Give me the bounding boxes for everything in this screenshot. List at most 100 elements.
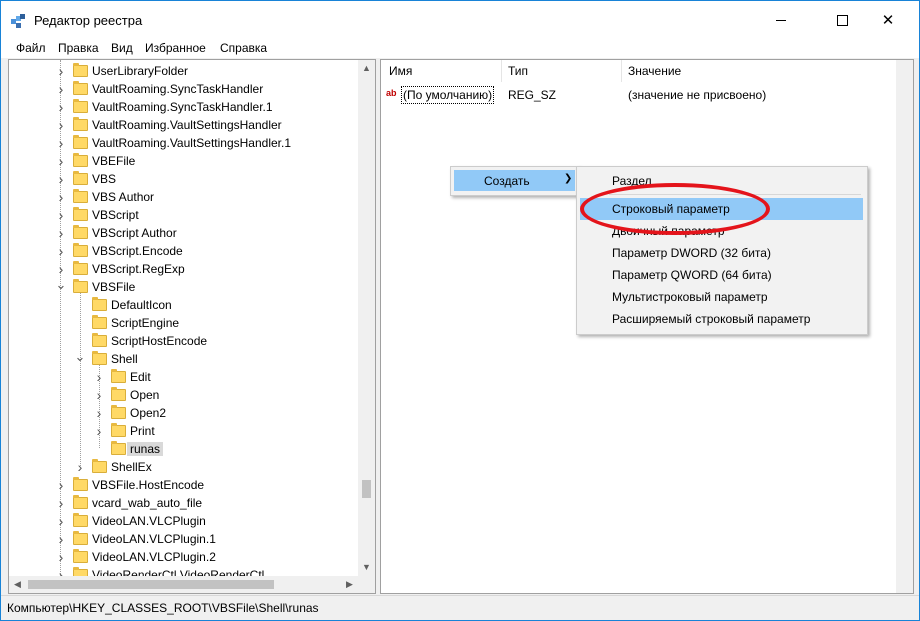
tree-item[interactable]: runas	[9, 440, 358, 458]
column-separator[interactable]	[621, 60, 622, 82]
tree-item[interactable]: ⌄ VBSFile	[9, 278, 358, 296]
submenu-item-multi-string-value[interactable]: Мультистроковый параметр	[580, 286, 863, 308]
submenu-item-qword-value[interactable]: Параметр QWORD (64 бита)	[580, 264, 863, 286]
submenu-item-dword-value[interactable]: Параметр DWORD (32 бита)	[580, 242, 863, 264]
folder-icon	[92, 297, 107, 311]
tree-item-label: VBEFile	[92, 154, 136, 168]
column-header-type[interactable]: Тип	[508, 60, 528, 82]
chevron-right-icon[interactable]: ›	[93, 388, 105, 402]
chevron-right-icon[interactable]: ›	[55, 568, 67, 576]
menu-item-create[interactable]: Создать ❯	[454, 170, 575, 191]
tree-item[interactable]: › vcard_wab_auto_file	[9, 494, 358, 512]
menu-help[interactable]: Справка	[220, 41, 267, 55]
chevron-right-icon[interactable]: ›	[55, 226, 67, 240]
chevron-right-icon[interactable]: ›	[74, 460, 86, 474]
tree-item[interactable]: ⌄ Shell	[9, 350, 358, 368]
chevron-right-icon[interactable]: ›	[55, 190, 67, 204]
tree-item[interactable]: › VBEFile	[9, 152, 358, 170]
folder-icon	[73, 495, 88, 509]
tree-item[interactable]: › Open	[9, 386, 358, 404]
title-bar[interactable]: Редактор реестра ✕	[1, 1, 919, 39]
tree-item-label: VideoLAN.VLCPlugin.2	[92, 550, 216, 564]
tree-item-label: VBScript.RegExp	[92, 262, 185, 276]
tree-item[interactable]: › Open2	[9, 404, 358, 422]
chevron-right-icon[interactable]: ›	[93, 406, 105, 420]
tree-item[interactable]: › VBScript Author	[9, 224, 358, 242]
maximize-button[interactable]	[819, 1, 865, 39]
string-value-icon: ab	[386, 88, 397, 98]
tree-item-label: Edit	[130, 370, 151, 384]
tree-item[interactable]: › VaultRoaming.VaultSettingsHandler	[9, 116, 358, 134]
chevron-right-icon[interactable]: ›	[93, 424, 105, 438]
chevron-right-icon[interactable]: ›	[55, 136, 67, 150]
menu-view[interactable]: Вид	[111, 41, 133, 55]
tree-item[interactable]: › VBSFile.HostEncode	[9, 476, 358, 494]
tree-item[interactable]: › VBScript	[9, 206, 358, 224]
tree-item[interactable]: ScriptHostEncode	[9, 332, 358, 350]
folder-icon	[73, 513, 88, 527]
submenu-item-expandable-string-value[interactable]: Расширяемый строковый параметр	[580, 308, 863, 330]
tree-item[interactable]: › VBS Author	[9, 188, 358, 206]
tree-item[interactable]: ScriptEngine	[9, 314, 358, 332]
chevron-right-icon[interactable]: ›	[55, 244, 67, 258]
chevron-right-icon[interactable]: ›	[55, 496, 67, 510]
minimize-icon	[776, 19, 786, 21]
chevron-right-icon[interactable]: ›	[55, 550, 67, 564]
scroll-thumb[interactable]	[362, 480, 371, 498]
tree-item[interactable]: › Print	[9, 422, 358, 440]
tree-item[interactable]: › VaultRoaming.SyncTaskHandler	[9, 80, 358, 98]
tree-item[interactable]: › VaultRoaming.VaultSettingsHandler.1	[9, 134, 358, 152]
tree-item-label: VBS Author	[92, 190, 155, 204]
tree-item-label: VideoLAN.VLCPlugin	[92, 514, 206, 528]
column-header-name[interactable]: Имя	[389, 60, 412, 82]
registry-tree[interactable]: › UserLibraryFolder › VaultRoaming.SyncTask…	[8, 59, 376, 594]
chevron-right-icon[interactable]: ›	[55, 64, 67, 78]
tree-item[interactable]: › VideoLAN.VLCPlugin.2	[9, 548, 358, 566]
tree-item[interactable]: › VideoLAN.VLCPlugin.1	[9, 530, 358, 548]
tree-item[interactable]: › VBScript.Encode	[9, 242, 358, 260]
menu-edit[interactable]: Правка	[58, 41, 99, 55]
chevron-down-icon[interactable]: ⌄	[55, 278, 67, 294]
scroll-thumb[interactable]	[28, 580, 274, 589]
chevron-right-icon[interactable]: ›	[55, 154, 67, 168]
scroll-down-icon[interactable]: ▼	[358, 559, 375, 576]
values-vertical-scrollbar[interactable]	[896, 60, 913, 593]
chevron-right-icon[interactable]: ›	[55, 172, 67, 186]
close-button[interactable]: ✕	[865, 1, 911, 39]
tree-item[interactable]: › VBScript.RegExp	[9, 260, 358, 278]
folder-icon	[92, 351, 107, 365]
folder-icon	[73, 567, 88, 576]
chevron-right-icon[interactable]: ›	[55, 514, 67, 528]
minimize-button[interactable]	[758, 1, 804, 39]
column-separator[interactable]	[501, 60, 502, 82]
tree-item-label: Shell	[111, 352, 138, 366]
menu-favorites[interactable]: Избранное	[145, 41, 206, 55]
chevron-right-icon[interactable]: ›	[55, 262, 67, 276]
scroll-left-icon[interactable]: ◀	[9, 576, 26, 593]
chevron-right-icon[interactable]: ›	[55, 532, 67, 546]
table-row[interactable]: ab (По умолчанию) REG_SZ (значение не пр…	[381, 84, 896, 104]
chevron-right-icon[interactable]: ›	[55, 100, 67, 114]
column-header-value[interactable]: Значение	[628, 60, 681, 82]
tree-horizontal-scrollbar[interactable]: ◀ ▶	[9, 576, 358, 593]
tree-item[interactable]: › VideoLAN.VLCPlugin	[9, 512, 358, 530]
chevron-right-icon[interactable]: ›	[55, 118, 67, 132]
chevron-right-icon[interactable]: ›	[55, 82, 67, 96]
chevron-down-icon[interactable]: ⌄	[74, 350, 86, 366]
tree-item[interactable]: › VideoRenderCtl.VideoRenderCtl	[9, 566, 358, 576]
tree-item[interactable]: › VBS	[9, 170, 358, 188]
scroll-up-icon[interactable]: ▲	[358, 60, 375, 77]
tree-item[interactable]: › UserLibraryFolder	[9, 62, 358, 80]
value-type: REG_SZ	[508, 88, 557, 102]
folder-icon	[92, 315, 107, 329]
tree-item[interactable]: DefaultIcon	[9, 296, 358, 314]
chevron-right-icon[interactable]: ›	[55, 208, 67, 222]
scroll-right-icon[interactable]: ▶	[341, 576, 358, 593]
tree-item[interactable]: › ShellEx	[9, 458, 358, 476]
chevron-right-icon[interactable]: ›	[93, 370, 105, 384]
menu-file[interactable]: Файл	[16, 41, 46, 55]
chevron-right-icon[interactable]: ›	[55, 478, 67, 492]
tree-item[interactable]: › Edit	[9, 368, 358, 386]
tree-vertical-scrollbar[interactable]: ▲ ▼	[358, 60, 375, 576]
tree-item[interactable]: › VaultRoaming.SyncTaskHandler.1	[9, 98, 358, 116]
